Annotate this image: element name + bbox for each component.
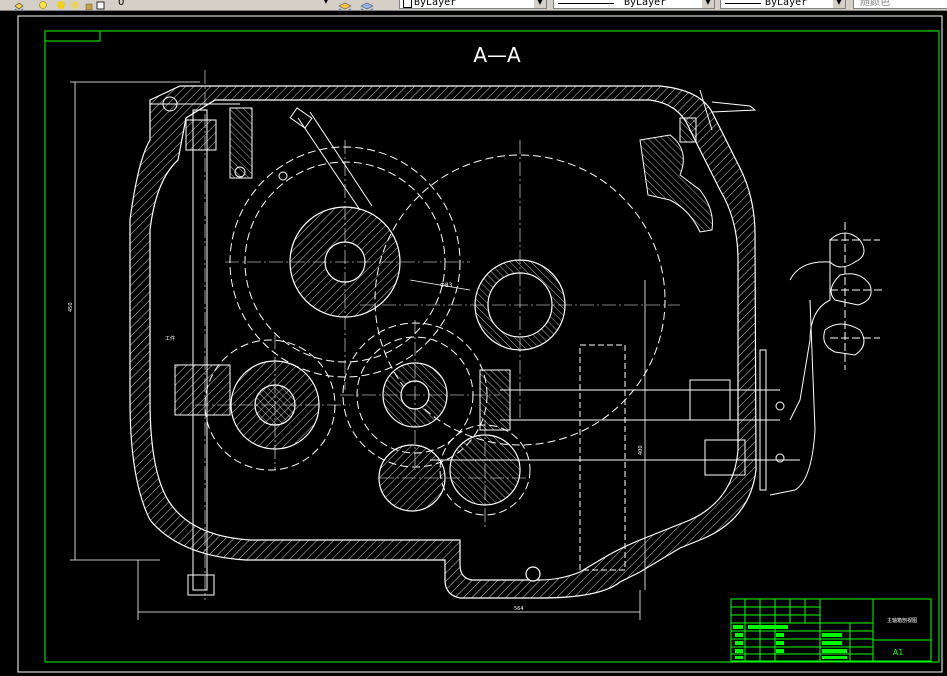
sheet-size: A1 — [893, 648, 904, 657]
layer-manager-icon[interactable] — [14, 0, 24, 10]
section-title: A—A — [473, 43, 521, 67]
note-left: 工件 — [165, 335, 175, 342]
chevron-down-icon[interactable]: ▼ — [320, 0, 332, 8]
dimension-mid: 400 — [638, 445, 644, 455]
freeze-icon[interactable] — [70, 0, 80, 9]
lock-icon[interactable] — [84, 0, 94, 10]
title-block-name: 主轴箱剖视图 — [887, 617, 917, 624]
chevron-down-icon[interactable]: ▼ — [833, 0, 845, 8]
sun-icon[interactable] — [56, 0, 66, 9]
layer-previous-icon[interactable] — [360, 0, 374, 10]
lineweight-preview — [725, 3, 761, 4]
lineweight-control-dropdown[interactable]: ByLayer ▼ — [720, 0, 846, 9]
drawing-canvas[interactable]: A—A 564 450 400 Φ83 工件 主轴箱剖视图 A1 — [0, 10, 947, 676]
gear-bodies — [230, 206, 566, 582]
frame-corner-box — [44, 30, 101, 42]
lightbulb-icon[interactable] — [38, 0, 48, 9]
dimension-bottom: 564 — [514, 606, 524, 612]
handle-assembly — [769, 222, 885, 496]
chevron-down-icon[interactable]: ▼ — [702, 0, 714, 8]
dimension-left: 450 — [68, 302, 74, 312]
plot-style-dropdown[interactable]: 随颜色 — [853, 0, 947, 9]
linetype-preview — [558, 3, 614, 4]
color-control-dropdown[interactable]: ByLayer ▼ — [399, 0, 547, 9]
layer-color-swatch-icon[interactable] — [96, 0, 106, 10]
linetype-control-dropdown[interactable]: ByLayer ▼ — [553, 0, 715, 9]
make-object-layer-current-icon[interactable] — [338, 0, 352, 10]
layer-dropdown[interactable]: ▼ — [108, 0, 332, 9]
color-swatch-icon — [403, 0, 412, 8]
gear-callout: Φ83 — [440, 282, 453, 289]
chevron-down-icon[interactable]: ▼ — [534, 0, 546, 8]
centerlines — [195, 70, 680, 600]
